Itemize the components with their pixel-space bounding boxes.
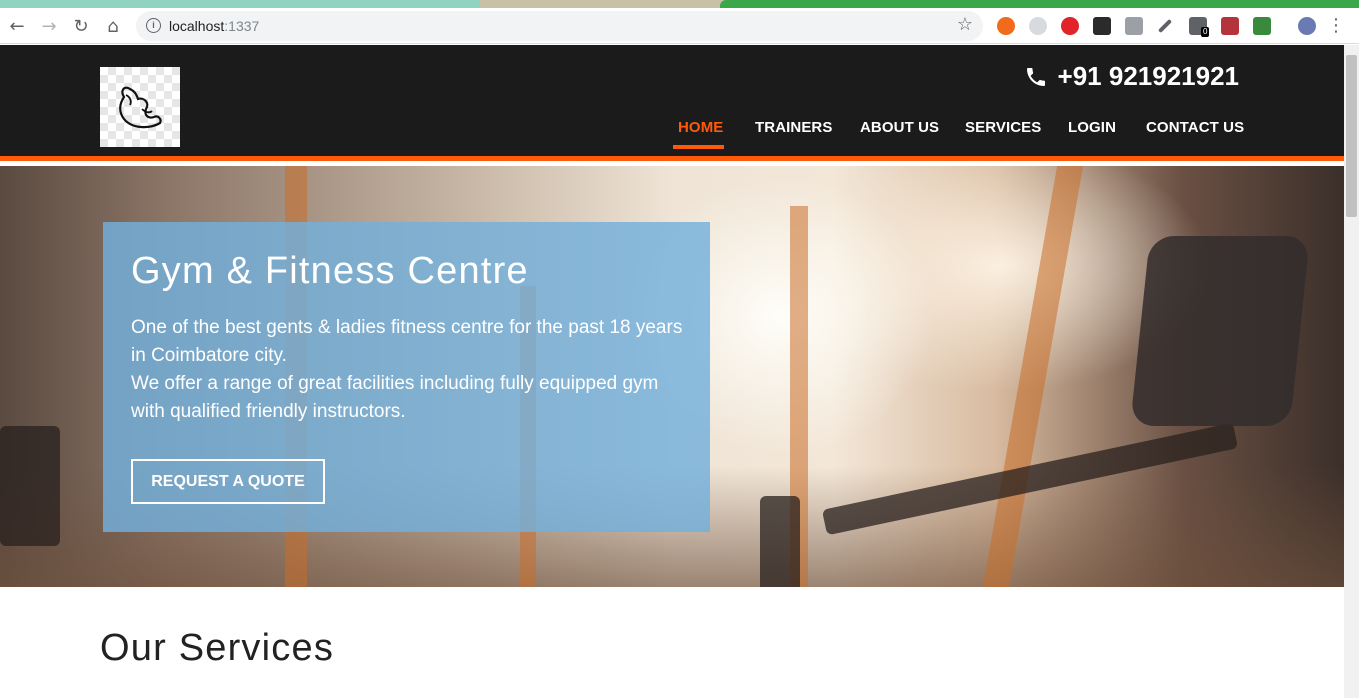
nav-services[interactable]: SERVICES (965, 119, 1041, 136)
home-icon[interactable]: ⌂ (101, 14, 125, 38)
extension-red-icon[interactable] (1061, 17, 1079, 35)
hero-panel: Gym & Fitness Centre One of the best gen… (103, 222, 710, 532)
browser-menu-icon[interactable]: ⋮ (1327, 14, 1345, 38)
phone-icon (1026, 67, 1045, 86)
extension-glasses-icon[interactable] (1093, 17, 1111, 35)
extension-sheet-icon[interactable] (1253, 17, 1271, 35)
page-scrollbar[interactable] (1344, 45, 1359, 698)
phone-number-text: +91 921921921 (1057, 61, 1239, 91)
request-quote-button[interactable]: REQUEST A QUOTE (131, 459, 325, 504)
extension-badge: 0 (1201, 27, 1210, 37)
scrollbar-thumb[interactable] (1346, 55, 1357, 217)
hero-background-equipment (760, 496, 800, 587)
reload-icon[interactable]: ↻ (69, 14, 93, 38)
hero-description-line: One of the best gents & ladies fitness c… (131, 317, 683, 366)
extension-globe-icon[interactable] (1029, 17, 1047, 35)
nav-trainers[interactable]: TRAINERS (755, 119, 832, 136)
hero-background-equipment (0, 426, 60, 546)
main-nav: HOME TRAINERS ABOUT US SERVICES LOGIN CO… (0, 117, 1344, 157)
browser-tab[interactable] (0, 0, 480, 8)
page-viewport: +91 921921921 HOME TRAINERS ABOUT US SER… (0, 45, 1344, 698)
hero-description: One of the best gents & ladies fitness c… (131, 314, 696, 426)
address-bar[interactable]: i localhost:1337 ☆ (136, 11, 983, 41)
hero-description-line: We offer a range of great facilities inc… (131, 373, 659, 422)
back-icon[interactable]: ← (5, 14, 29, 38)
profile-avatar[interactable] (1298, 17, 1316, 35)
site-header: +91 921921921 HOME TRAINERS ABOUT US SER… (0, 45, 1344, 161)
extension-pencil-icon[interactable] (1157, 18, 1173, 34)
section-title-services: Our Services (100, 627, 335, 669)
hero-title: Gym & Fitness Centre (131, 250, 529, 292)
nav-home[interactable]: HOME (678, 119, 723, 136)
extension-pdf-icon[interactable] (1221, 17, 1239, 35)
nav-active-indicator (673, 145, 724, 149)
url-text[interactable]: localhost:1337 (169, 18, 259, 34)
nav-login[interactable]: LOGIN (1068, 119, 1116, 136)
browser-toolbar: ← → ↻ ⌂ i localhost:1337 ☆ 0 ⋮ (0, 8, 1359, 44)
phone-number[interactable]: +91 921921921 (1024, 61, 1239, 92)
browser-tab-strip (0, 0, 1359, 8)
browser-tab-active[interactable] (720, 0, 1359, 8)
forward-icon[interactable]: → (37, 14, 61, 38)
hero-background-seat (1130, 236, 1310, 426)
site-info-icon[interactable]: i (146, 18, 161, 33)
hero-banner: Gym & Fitness Centre One of the best gen… (0, 166, 1344, 587)
nav-about-us[interactable]: ABOUT US (860, 119, 939, 136)
extension-camera-icon[interactable] (1125, 17, 1143, 35)
extension-orange-icon[interactable] (997, 17, 1015, 35)
bookmark-star-icon[interactable]: ☆ (957, 14, 973, 35)
nav-contact-us[interactable]: CONTACT US (1146, 119, 1244, 136)
